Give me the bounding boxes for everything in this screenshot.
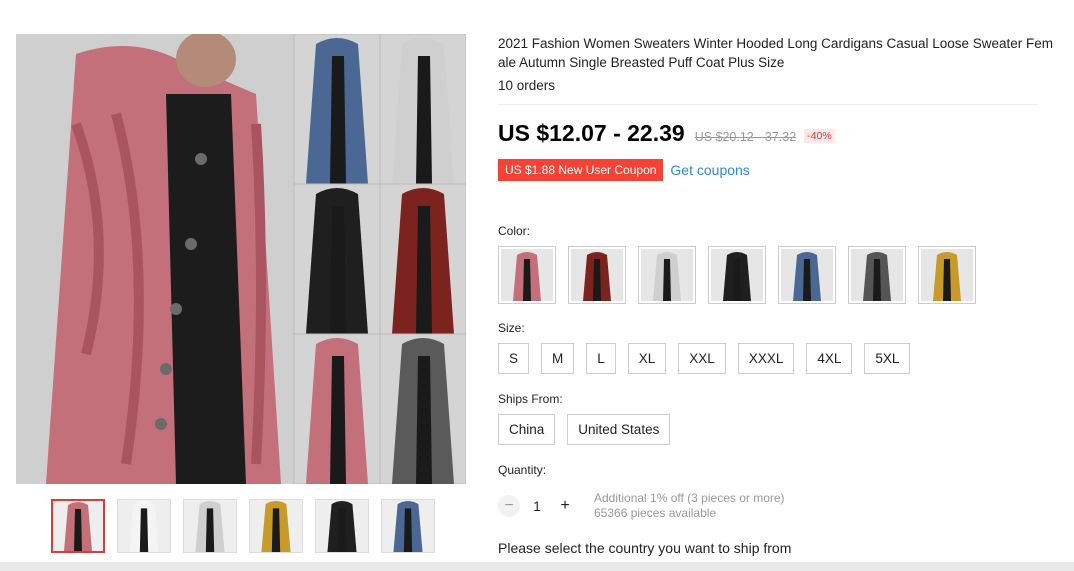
size-option-xl[interactable]: XL xyxy=(627,343,667,374)
stock-available: 65366 pieces available xyxy=(594,506,717,520)
ships-from-label: Ships From: xyxy=(498,392,563,406)
color-swatch-2[interactable] xyxy=(568,246,626,304)
quantity-stepper: − 1 + Additional 1% off (3 pieces or mor… xyxy=(498,491,785,521)
thumb-image xyxy=(393,501,423,552)
color-swatch-5[interactable] xyxy=(778,246,836,304)
thumbnail-strip xyxy=(51,499,435,553)
original-price: US $20.12 - 37.32 xyxy=(694,130,797,144)
bulk-discount-note: Additional 1% off (3 pieces or more) xyxy=(594,491,785,505)
size-option-4xl[interactable]: 4XL xyxy=(806,343,853,374)
swatch-image xyxy=(641,249,693,301)
color-label: Color: xyxy=(498,224,531,238)
thumb-image xyxy=(129,501,159,552)
color-swatch-6[interactable] xyxy=(848,246,906,304)
size-label: Size: xyxy=(498,321,525,335)
size-option-s[interactable]: S xyxy=(498,343,530,374)
new-user-coupon-badge[interactable]: US $1.88 New User Coupon xyxy=(498,159,664,181)
discount-badge: -40% xyxy=(804,129,835,143)
size-options: S M L XL XXL XXXL 4XL 5XL xyxy=(498,343,911,374)
size-option-l[interactable]: L xyxy=(586,343,616,374)
thumb-collage[interactable] xyxy=(51,499,105,553)
swatch-image xyxy=(711,249,763,301)
quantity-label: Quantity: xyxy=(498,463,547,477)
thumb-white[interactable] xyxy=(183,499,237,553)
swatch-image xyxy=(921,249,973,301)
price-row: US $12.07 - 22.39 US $20.12 - 37.32 -40% xyxy=(498,120,1054,147)
thumb-yellow[interactable] xyxy=(249,499,303,553)
ships-from-china[interactable]: China xyxy=(498,414,556,445)
thumb-size-chart[interactable] xyxy=(117,499,171,553)
quantity-value[interactable]: 1 xyxy=(520,499,554,514)
thumb-black[interactable] xyxy=(315,499,369,553)
size-option-5xl[interactable]: 5XL xyxy=(864,343,911,374)
product-info: 2021 Fashion Women Sweaters Winter Hoode… xyxy=(498,34,1054,556)
size-option-xxl[interactable]: XXL xyxy=(678,343,726,374)
color-swatch-7[interactable] xyxy=(918,246,976,304)
color-swatch-1[interactable] xyxy=(498,246,556,304)
thumb-image xyxy=(195,501,225,552)
bottom-bar xyxy=(0,562,1074,571)
color-swatch-3[interactable] xyxy=(638,246,696,304)
divider xyxy=(498,104,1038,105)
quantity-decrease-button[interactable]: − xyxy=(498,495,520,517)
color-swatches xyxy=(498,246,976,304)
ships-from-united-states[interactable]: United States xyxy=(567,414,671,445)
color-swatch-4[interactable] xyxy=(708,246,766,304)
coupon-row: US $1.88 New User Coupon Get coupons xyxy=(498,159,1054,181)
main-image-art xyxy=(16,34,466,484)
thumb-image xyxy=(64,502,92,551)
thumb-image xyxy=(261,501,291,552)
product-title: 2021 Fashion Women Sweaters Winter Hoode… xyxy=(498,36,1054,70)
thumb-image xyxy=(327,501,357,552)
swatch-image xyxy=(851,249,903,301)
swatch-image xyxy=(571,249,623,301)
size-option-xxxl[interactable]: XXXL xyxy=(737,343,795,374)
swatch-image xyxy=(781,249,833,301)
size-option-m[interactable]: M xyxy=(541,343,575,374)
quantity-note: Additional 1% off (3 pieces or more) 653… xyxy=(594,491,785,521)
order-count: 10 orders xyxy=(498,78,556,93)
thumb-blue[interactable] xyxy=(381,499,435,553)
ship-country-message: Please select the country you want to sh… xyxy=(498,540,792,556)
swatch-image xyxy=(501,249,553,301)
quantity-increase-button[interactable]: + xyxy=(554,495,576,517)
ships-from-options: China United States xyxy=(498,414,671,445)
main-product-image[interactable] xyxy=(16,34,466,484)
get-coupons-link[interactable]: Get coupons xyxy=(670,162,749,178)
current-price: US $12.07 - 22.39 xyxy=(498,120,685,146)
